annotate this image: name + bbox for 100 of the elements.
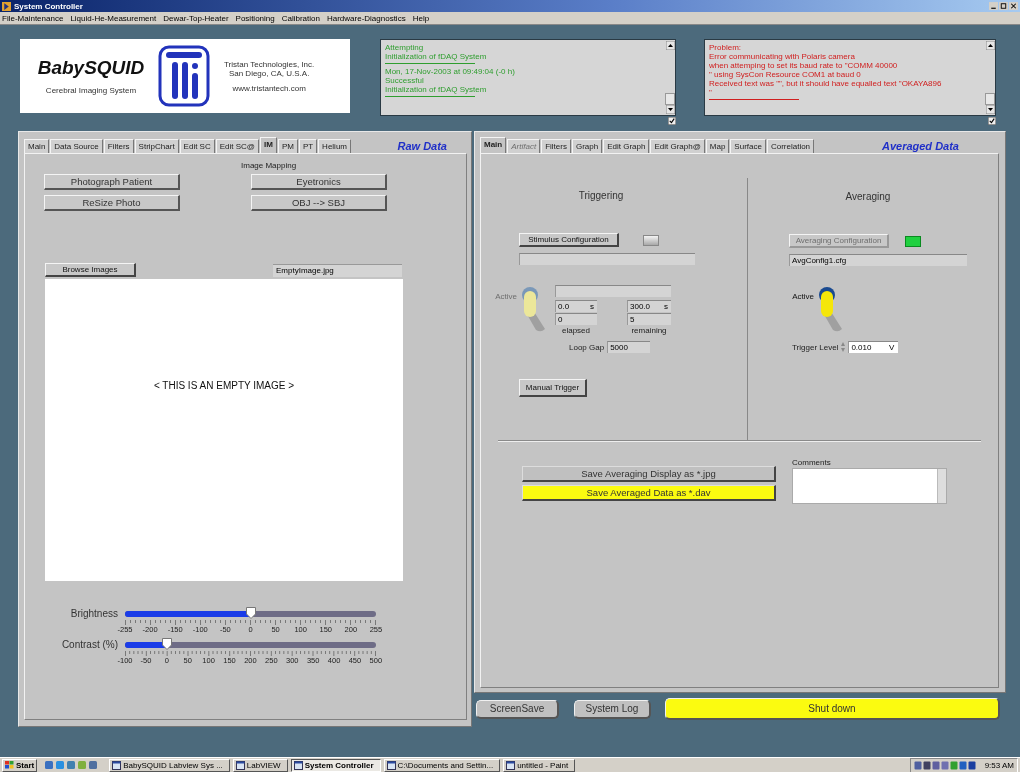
- tab[interactable]: PM: [277, 139, 298, 153]
- scroll-bar[interactable]: [985, 40, 995, 116]
- company-address: San Diego, CA, U.S.A.: [228, 68, 310, 78]
- file-name-field[interactable]: EmptyImage.jpg: [273, 264, 402, 277]
- log-line: Received text was "", but it should have equalled text "OKAYA896: [709, 79, 943, 88]
- maximize-icon[interactable]: [999, 2, 1008, 10]
- window-icon: [235, 760, 245, 770]
- start-button[interactable]: Start: [2, 758, 38, 772]
- window-icon: [506, 760, 516, 770]
- footer-button[interactable]: Shut down: [665, 698, 1000, 720]
- menu-item[interactable]: Calibration: [281, 13, 320, 23]
- tab[interactable]: Main: [24, 139, 50, 153]
- log-line: Problem:: [709, 43, 742, 52]
- taskbar-button[interactable]: System Controller: [290, 758, 381, 772]
- log-line: Initialization of fDAQ System: [385, 52, 488, 61]
- configuration-button[interactable]: Stimulus Configuration: [519, 233, 619, 247]
- switch-label: Active: [494, 292, 517, 303]
- clock: 9:53 AM: [984, 760, 1014, 770]
- check-icon[interactable]: [988, 117, 996, 125]
- windows-flag-icon: [5, 761, 14, 769]
- empty-image-message: < THIS IS AN EMPTY IMAGE >: [153, 380, 295, 393]
- section-title: Averaging: [844, 191, 892, 202]
- taskbar-button[interactable]: BabySQUID Labview Sys ...: [109, 758, 230, 772]
- tab[interactable]: IM: [260, 137, 277, 153]
- scroll-down-icon[interactable]: [665, 105, 675, 115]
- field-label: remaining: [630, 326, 668, 335]
- browse-button[interactable]: Browse Images: [45, 263, 136, 277]
- quick-launch-icon[interactable]: [88, 760, 99, 770]
- action-button[interactable]: OBJ --> SBJ: [251, 195, 387, 211]
- slider-thumb[interactable]: [245, 607, 256, 619]
- remaining-count-field[interactable]: 5: [627, 313, 671, 325]
- action-button[interactable]: ReSize Photo: [44, 195, 180, 211]
- tab[interactable]: Graph: [571, 139, 603, 153]
- menu-item[interactable]: Liquid-He-Measurement: [70, 13, 157, 23]
- switch-label: Active: [791, 292, 814, 303]
- scroll-up-icon[interactable]: [665, 41, 675, 50]
- scroll-thumb[interactable]: [665, 93, 675, 106]
- company-address: Tristan Technologies, Inc.: [224, 59, 315, 69]
- taskbar-button[interactable]: C:\Documents and Settin...: [383, 758, 501, 772]
- close-icon[interactable]: [1009, 2, 1018, 10]
- menu-item[interactable]: File-Maintenance: [2, 13, 64, 23]
- tab[interactable]: Main: [480, 137, 507, 153]
- tab[interactable]: Filters: [103, 139, 134, 153]
- tab[interactable]: Helium: [318, 139, 351, 153]
- tab[interactable]: Data Source: [50, 139, 103, 153]
- menu-item[interactable]: Hardware-Diagnostics: [326, 13, 406, 23]
- tab[interactable]: Edit SC: [179, 139, 215, 153]
- log-line: when attemping to set its baud rate to "COMM 40000: [709, 61, 899, 70]
- window-icon: [112, 760, 122, 770]
- loop-gap-field[interactable]: 5000: [607, 341, 651, 353]
- taskbar-button[interactable]: LabVIEW: [232, 758, 288, 772]
- manual-trigger-button[interactable]: Manual Trigger: [519, 379, 587, 397]
- tab[interactable]: StripChart: [134, 139, 179, 153]
- tab[interactable]: Edit SC@: [215, 139, 259, 153]
- tab[interactable]: Map: [705, 139, 730, 153]
- configuration-field[interactable]: AvgConfig1.cfg: [789, 254, 967, 266]
- field-label: Comments: [792, 458, 832, 467]
- menu-item[interactable]: Dewar-Top-Heater: [163, 13, 229, 23]
- panel-title: Averaged Data: [881, 139, 959, 152]
- tab[interactable]: Edit Graph: [603, 139, 650, 153]
- scroll-thumb[interactable]: [985, 93, 995, 106]
- elapsed-count-field[interactable]: 0: [555, 313, 597, 325]
- tab[interactable]: PT: [298, 139, 318, 153]
- field-label: Loop Gap: [569, 342, 605, 352]
- log-line: Mon, 17-Nov-2003 at 09:49:04 (-0 h): [385, 67, 516, 76]
- slider-thumb[interactable]: [161, 638, 172, 650]
- tab[interactable]: Correlation: [766, 139, 815, 153]
- footer-button[interactable]: ScreenSave: [476, 699, 559, 719]
- logo-icon: [158, 45, 210, 107]
- scroll-up-icon[interactable]: [985, 41, 995, 50]
- tab[interactable]: Edit Graph@: [650, 139, 705, 153]
- remaining-time-field[interactable]: 300.0 s: [627, 300, 671, 312]
- comments-field[interactable]: [792, 468, 947, 504]
- save-button[interactable]: Save Averaged Data as *.dav: [522, 485, 776, 501]
- log-line: " using SysCon Resource COM1 at baud 0: [709, 70, 862, 79]
- menu-item[interactable]: Help: [412, 13, 430, 23]
- configuration-field[interactable]: [519, 253, 695, 265]
- action-button[interactable]: Photograph Patient: [44, 174, 180, 190]
- action-button[interactable]: Eyetronics: [251, 174, 387, 190]
- trigger-level-field[interactable]: 0.010 V: [848, 341, 899, 353]
- log-line: Error communicating with Polaris camera: [709, 52, 856, 61]
- taskbar-button[interactable]: untitled - Paint: [503, 758, 576, 772]
- log-line: ": [709, 88, 713, 97]
- save-button[interactable]: Save Averaging Display as *.jpg: [522, 466, 776, 482]
- quick-launch-icon[interactable]: [66, 760, 77, 770]
- log-line: Initialization of fDAQ System: [385, 85, 488, 94]
- menu-item[interactable]: Positioning: [235, 13, 275, 23]
- check-icon[interactable]: [668, 117, 676, 125]
- panel-title: Raw Data: [397, 139, 447, 152]
- tab[interactable]: Surface: [730, 139, 766, 153]
- scroll-down-icon[interactable]: [985, 105, 995, 115]
- minimize-icon[interactable]: [989, 2, 998, 10]
- product-name: BabySQUID: [37, 57, 145, 79]
- website-text: www.tristantech.com: [232, 83, 306, 93]
- window-icon: [386, 760, 396, 770]
- elapsed-time-field[interactable]: 0.0 s: [555, 300, 597, 312]
- quick-launch-icon[interactable]: [44, 760, 55, 770]
- tab[interactable]: Filters: [541, 139, 571, 153]
- scroll-bar[interactable]: [665, 40, 675, 116]
- footer-button[interactable]: System Log: [574, 699, 651, 719]
